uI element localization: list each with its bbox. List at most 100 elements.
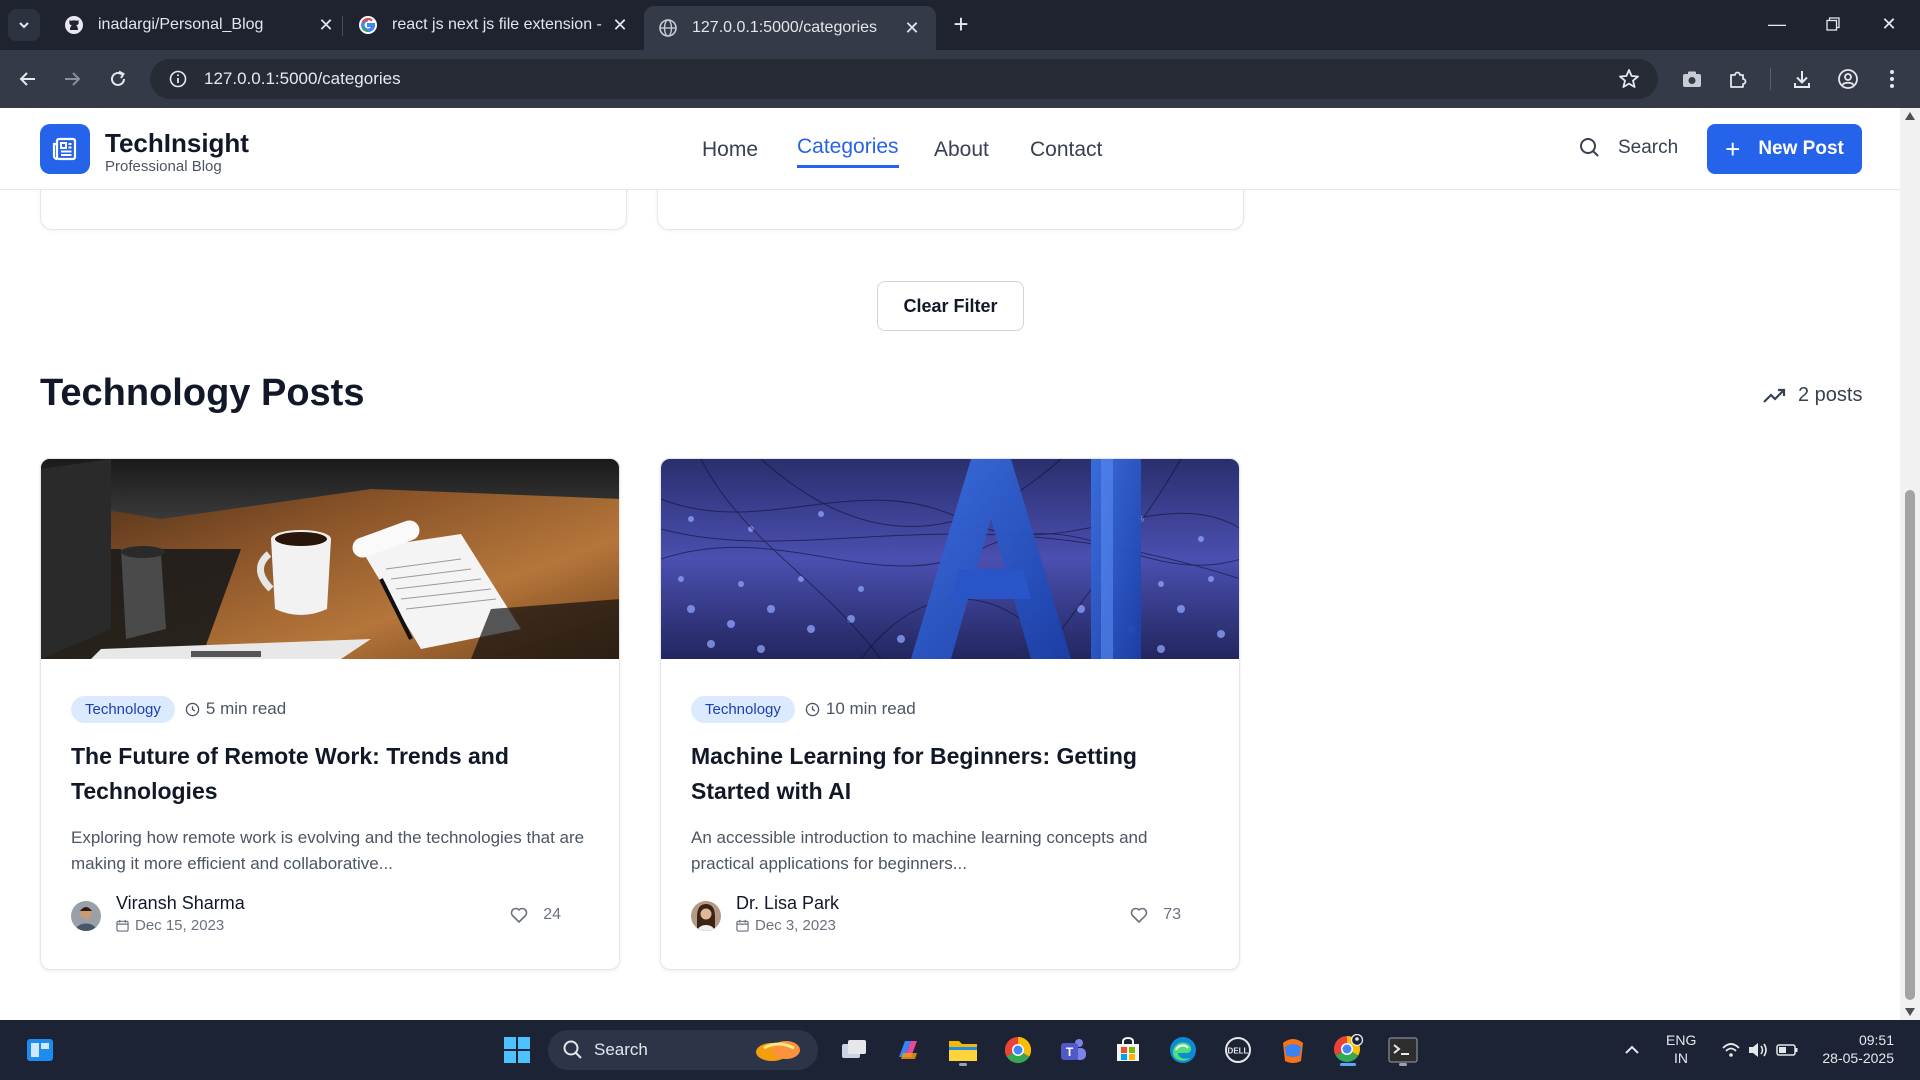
new-tab-button[interactable]: +: [946, 10, 976, 40]
chrome-profile-icon[interactable]: [1328, 1030, 1368, 1070]
profile-icon[interactable]: [1834, 65, 1862, 93]
post-title[interactable]: Machine Learning for Beginners: Getting …: [691, 739, 1211, 809]
brand-subtitle: Professional Blog: [105, 158, 222, 175]
more-menu-icon[interactable]: [1878, 65, 1906, 93]
post-date-label: Dec 3, 2023: [755, 917, 836, 934]
info-icon[interactable]: [168, 69, 188, 89]
calendar-icon: [736, 919, 749, 932]
file-explorer-icon[interactable]: [943, 1030, 983, 1070]
post-body: Technology 5 min read The Future of Remo…: [71, 695, 591, 877]
close-icon[interactable]: ✕: [610, 15, 630, 36]
heart-icon: [510, 907, 528, 923]
windows-start-icon[interactable]: [497, 1030, 537, 1070]
chevron-down-icon: [19, 22, 29, 29]
heart-icon: [1130, 907, 1148, 923]
globe-icon: [658, 18, 678, 38]
arrow-right-icon: [65, 72, 81, 86]
nav-link-home[interactable]: Home: [702, 138, 758, 162]
author-name[interactable]: Viransh Sharma: [116, 893, 245, 914]
teams-icon[interactable]: T: [1053, 1030, 1093, 1070]
search-highlight-icon: [756, 1041, 800, 1061]
scroll-up-arrow-icon[interactable]: [1905, 112, 1915, 120]
forward-button[interactable]: [56, 63, 88, 95]
nav-link-about[interactable]: About: [934, 138, 989, 162]
close-icon[interactable]: ✕: [902, 18, 922, 39]
language-indicator[interactable]: ENG IN: [1666, 1032, 1696, 1066]
copilot-icon[interactable]: [888, 1030, 928, 1070]
author-name[interactable]: Dr. Lisa Park: [736, 893, 839, 914]
volume-icon: [1749, 1043, 1767, 1057]
close-icon[interactable]: ✕: [316, 15, 336, 36]
github-icon: [64, 15, 84, 35]
close-window-button[interactable]: ✕: [1866, 8, 1912, 40]
back-button[interactable]: [12, 63, 44, 95]
post-image-desk[interactable]: [41, 459, 619, 659]
search-button[interactable]: Search: [1578, 136, 1678, 160]
running-indicator: [1340, 1063, 1356, 1066]
tab-title: react js next js file extension - G: [392, 16, 602, 33]
address-bar[interactable]: 127.0.0.1:5000/categories: [150, 59, 1658, 99]
category-badge[interactable]: Technology: [71, 695, 175, 723]
nav-link-categories[interactable]: Categories: [797, 135, 899, 168]
clear-filter-button[interactable]: Clear Filter: [877, 281, 1024, 331]
wifi-icon: [1722, 1043, 1740, 1057]
chrome-icon[interactable]: [998, 1030, 1038, 1070]
tab-title: inadargi/Personal_Blog: [98, 16, 264, 33]
like-count: 73: [1163, 906, 1181, 923]
scrollbar-thumb[interactable]: [1905, 490, 1915, 1000]
post-image-ai[interactable]: [661, 459, 1239, 659]
brand-title[interactable]: TechInsight: [105, 128, 249, 159]
avatar: [71, 901, 101, 931]
download-icon[interactable]: [1788, 65, 1816, 93]
bookmark-star-icon[interactable]: [1618, 68, 1640, 90]
avatar: [691, 901, 721, 931]
page-scrollbar[interactable]: [1900, 108, 1920, 1020]
edge-icon[interactable]: [1163, 1030, 1203, 1070]
clock[interactable]: 09:51 28-05-2025: [1814, 1032, 1894, 1066]
search-label: Search: [1618, 137, 1679, 158]
microsoft-store-icon[interactable]: [1108, 1030, 1148, 1070]
like-button[interactable]: 73: [1129, 905, 1181, 925]
tab-categories[interactable]: 127.0.0.1:5000/categories ✕: [644, 6, 936, 50]
new-post-button[interactable]: + New Post: [1707, 124, 1862, 174]
scroll-down-arrow-icon[interactable]: [1905, 1008, 1915, 1016]
running-indicator: [1399, 1063, 1407, 1066]
browser-toolbar: 127.0.0.1:5000/categories: [0, 50, 1920, 108]
post-card[interactable]: Technology 5 min read The Future of Remo…: [40, 458, 620, 970]
post-count: 2 posts: [1762, 384, 1862, 407]
chevron-up-icon[interactable]: [1612, 1030, 1652, 1070]
restore-button[interactable]: [1810, 8, 1856, 40]
reload-button[interactable]: [102, 63, 134, 95]
svg-text:DELL: DELL: [1228, 1047, 1249, 1056]
like-count: 24: [543, 906, 561, 923]
task-view-icon[interactable]: [834, 1030, 874, 1070]
google-icon: [358, 15, 378, 35]
post-card[interactable]: Technology 10 min read Machine Learning …: [660, 458, 1240, 970]
category-badge[interactable]: Technology: [691, 695, 795, 723]
camera-icon[interactable]: [1678, 65, 1706, 93]
read-time-label: 10 min read: [825, 699, 916, 718]
taskbar-search[interactable]: Search: [548, 1030, 818, 1070]
lang-bottom: IN: [1674, 1050, 1688, 1066]
section-title: Technology Posts: [40, 372, 365, 414]
tab-search-menu-button[interactable]: [8, 9, 40, 41]
minimize-button[interactable]: —: [1754, 8, 1800, 40]
lang-top: ENG: [1666, 1032, 1697, 1048]
widgets-icon[interactable]: [20, 1030, 60, 1070]
url-text[interactable]: 127.0.0.1:5000/categories: [204, 69, 1618, 89]
system-tray-status[interactable]: [1716, 1030, 1806, 1070]
tab-personal-blog[interactable]: inadargi/Personal_Blog ✕: [50, 6, 350, 44]
logo[interactable]: [40, 124, 90, 174]
like-button[interactable]: 24: [509, 905, 561, 925]
battery-icon: [1776, 1044, 1798, 1056]
app-icon[interactable]: [1273, 1030, 1313, 1070]
terminal-icon[interactable]: [1383, 1030, 1423, 1070]
nav-link-contact[interactable]: Contact: [1030, 138, 1102, 162]
site-header: TechInsight Professional Blog Home Categ…: [0, 108, 1900, 190]
post-title[interactable]: The Future of Remote Work: Trends and Te…: [71, 739, 591, 809]
dell-icon[interactable]: DELL: [1218, 1030, 1258, 1070]
extensions-icon[interactable]: [1724, 65, 1752, 93]
windows-taskbar: Search T DELL ENG IN 09:51 28-05-2025: [0, 1020, 1920, 1080]
page-viewport: TechInsight Professional Blog Home Categ…: [0, 108, 1900, 1020]
tab-google-search[interactable]: react js next js file extension - G ✕: [344, 6, 644, 44]
